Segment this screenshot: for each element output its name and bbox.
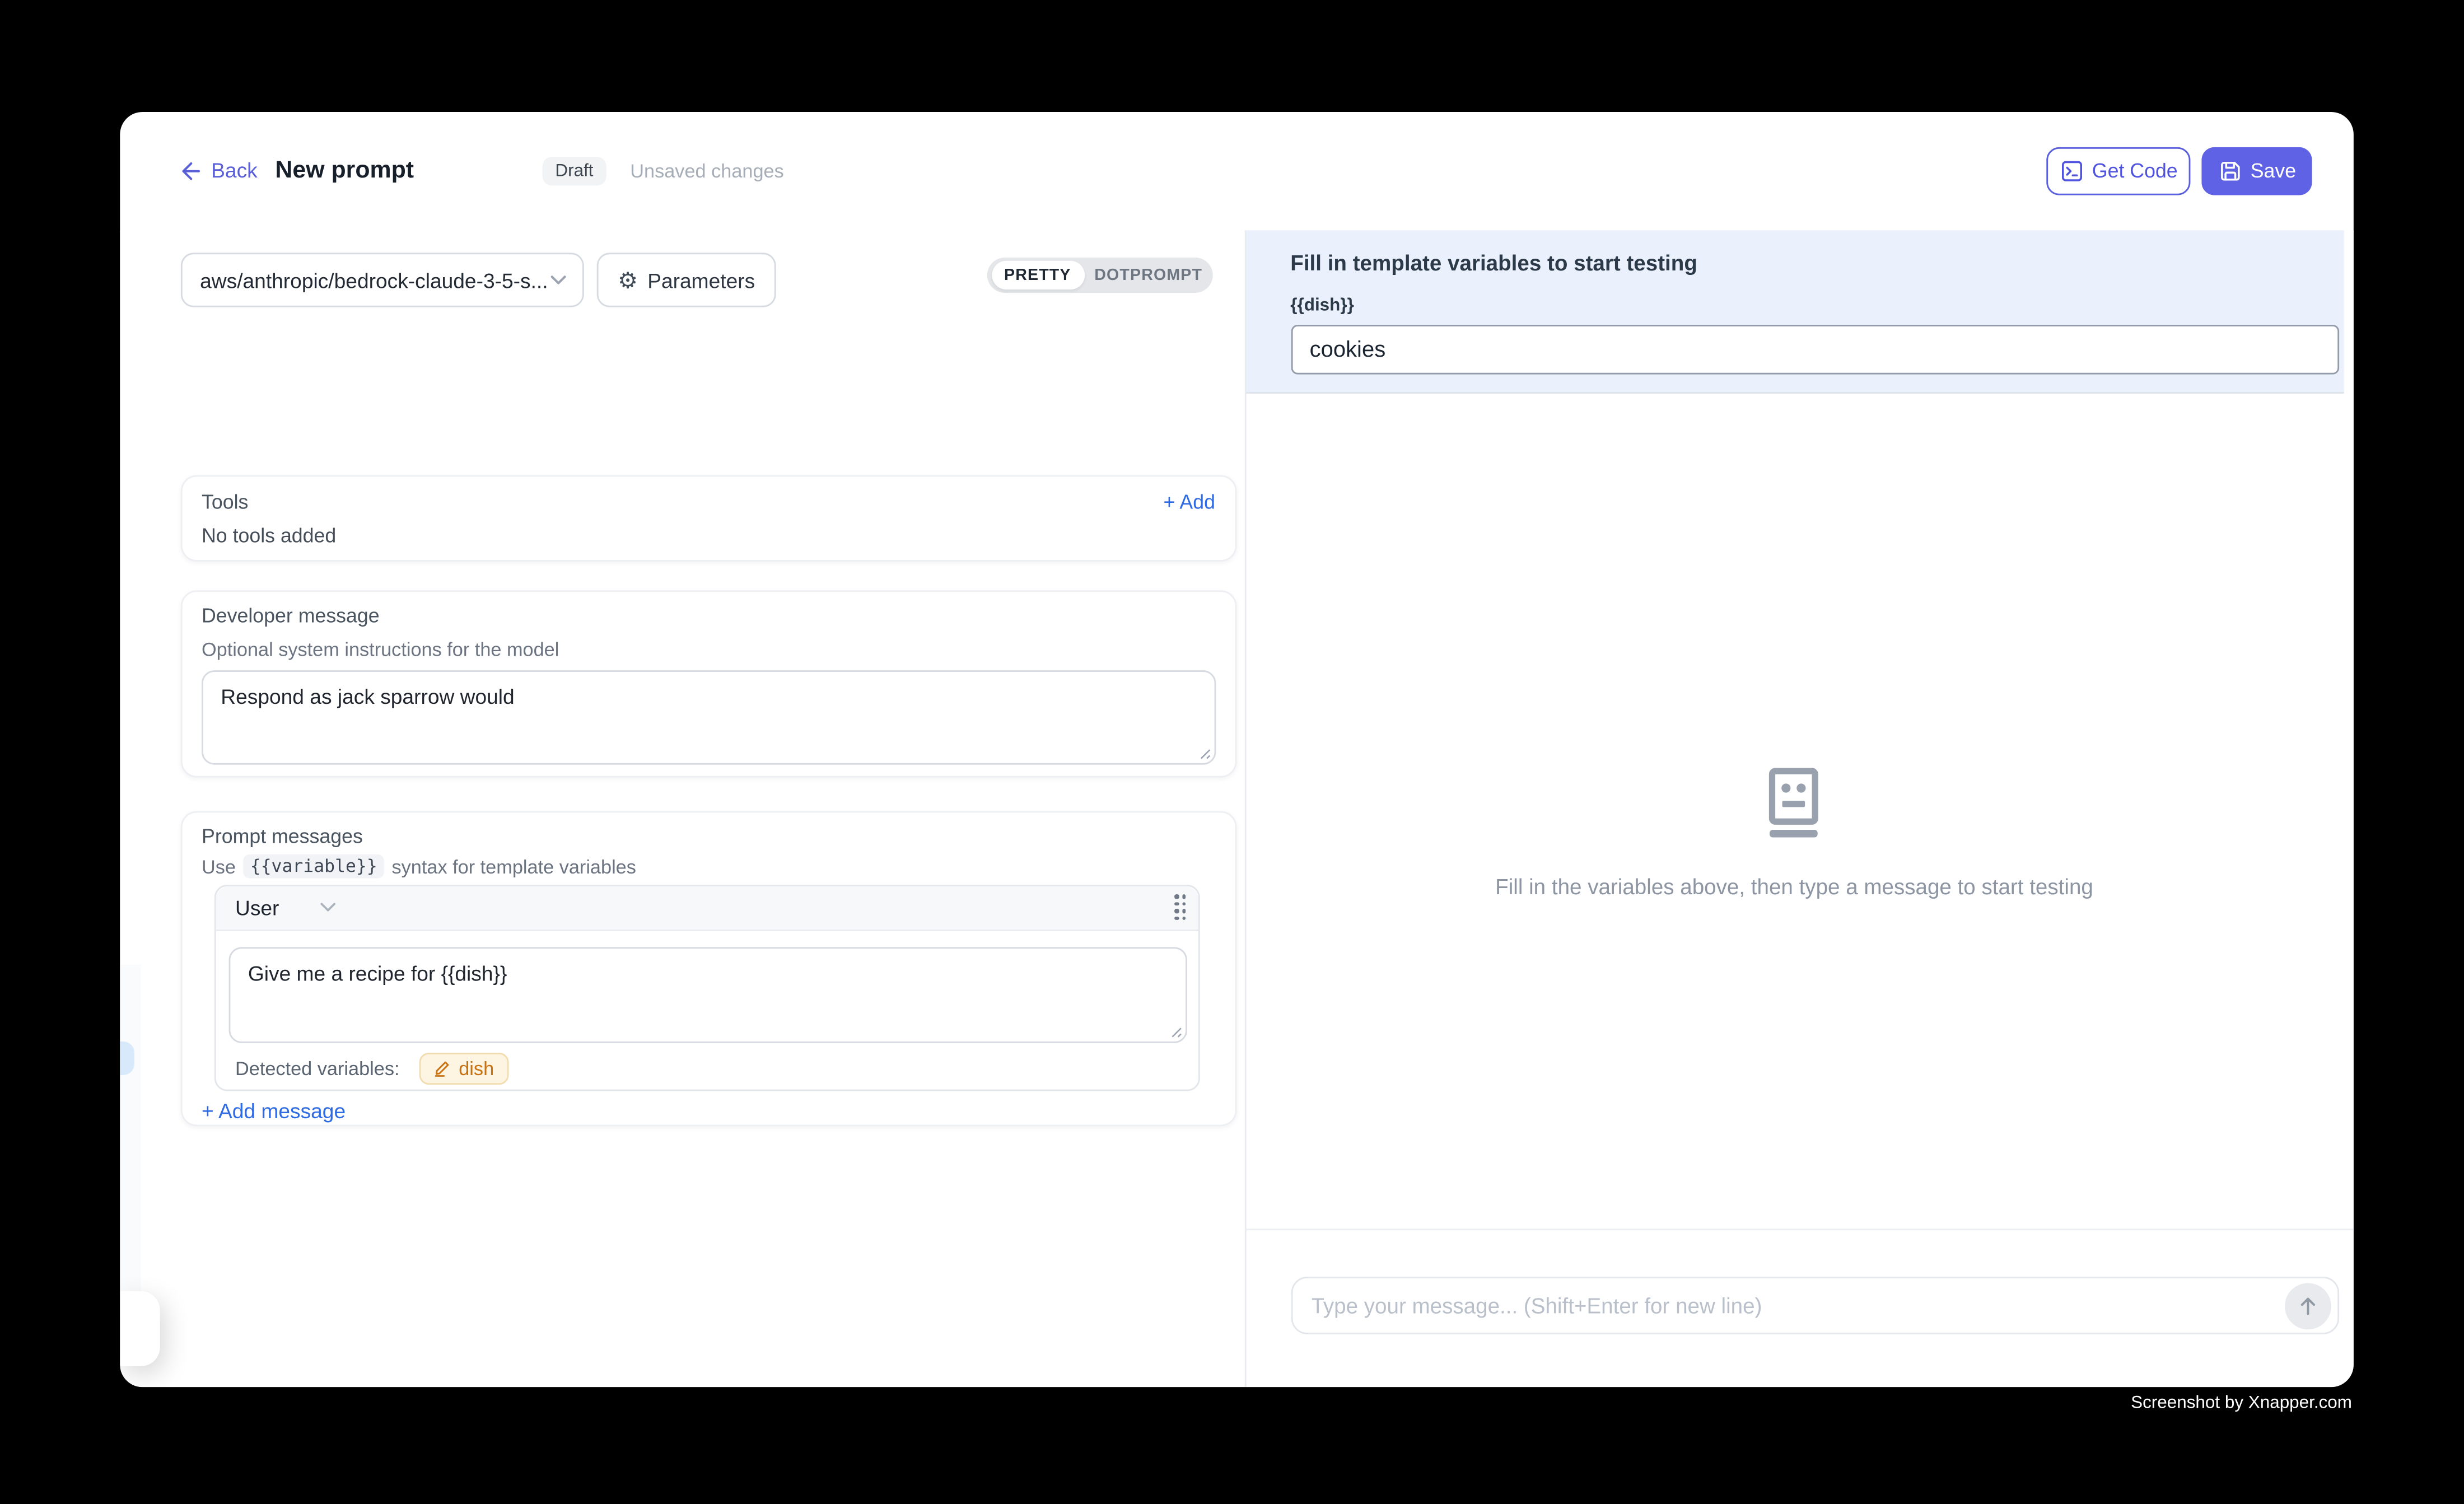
edit-pencil-icon bbox=[433, 1059, 451, 1076]
toggle-pretty[interactable]: PRETTY bbox=[991, 261, 1084, 289]
variable-syntax-code: {{variable}} bbox=[244, 854, 384, 879]
syntax-hint: Use {{variable}} syntax for template var… bbox=[202, 854, 636, 879]
message-role-header: User bbox=[216, 885, 1198, 930]
gear-icon: ⚙ bbox=[618, 269, 638, 291]
model-selector-value: aws/anthropic/bedrock-claude-3-5-s... bbox=[200, 268, 550, 292]
role-value: User bbox=[235, 895, 279, 919]
developer-message-field: Respond as jack sparrow would bbox=[202, 670, 1216, 765]
chat-empty-state: Fill in the variables above, then type a… bbox=[1247, 767, 2342, 898]
header-actions: Get Code Save bbox=[2047, 112, 2312, 230]
developer-message-card: Developer message Optional system instru… bbox=[181, 590, 1236, 777]
draft-badge: Draft bbox=[543, 156, 606, 185]
developer-message-subtitle: Optional system instructions for the mod… bbox=[202, 638, 559, 660]
composer-area bbox=[1247, 1229, 2354, 1387]
tools-empty-text: No tools added bbox=[202, 524, 336, 547]
save-label: Save bbox=[2251, 160, 2296, 182]
developer-message-title: Developer message bbox=[202, 605, 380, 627]
plus-icon: + bbox=[1164, 491, 1175, 513]
toggle-dotprompt[interactable]: DOTPROMPT bbox=[1084, 267, 1213, 284]
sidebar-active-item-sliver bbox=[120, 1041, 134, 1075]
message-composer bbox=[1290, 1277, 2338, 1334]
prompt-messages-card: Prompt messages Use {{variable}} syntax … bbox=[181, 810, 1236, 1125]
variable-value-input[interactable] bbox=[1290, 324, 2338, 374]
parameters-label: Parameters bbox=[647, 268, 755, 292]
robot-face-icon bbox=[1764, 767, 1825, 839]
add-tool-button[interactable]: + Add bbox=[1164, 491, 1215, 513]
variable-key-label: {{dish}} bbox=[1290, 295, 1354, 314]
prompt-editor-pane: aws/anthropic/bedrock-claude-3-5-s... ⚙ … bbox=[120, 230, 1245, 1387]
role-selector[interactable]: User bbox=[235, 895, 337, 919]
prompt-tester-pane: Fill in template variables to start test… bbox=[1245, 230, 2353, 1387]
tools-title: Tools bbox=[202, 491, 248, 513]
detected-variables-label: Detected variables: bbox=[235, 1057, 400, 1079]
message-block: User Give me a recipe for {{dish}} bbox=[214, 884, 1200, 1091]
unsaved-changes-text: Unsaved changes bbox=[630, 160, 784, 182]
app-window: Back New prompt Draft Unsaved changes Ge… bbox=[120, 112, 2353, 1387]
arrow-up-icon bbox=[2297, 1295, 2317, 1316]
chevron-down-icon bbox=[550, 275, 567, 284]
drag-handle-icon[interactable] bbox=[1174, 894, 1186, 920]
screenshot-stage: Back New prompt Draft Unsaved changes Ge… bbox=[0, 0, 2464, 1504]
user-message-field: Give me a recipe for {{dish}} bbox=[229, 946, 1187, 1042]
add-message-button[interactable]: + Add message bbox=[202, 1098, 346, 1122]
user-message-input[interactable]: Give me a recipe for {{dish}} bbox=[230, 948, 1186, 1041]
model-selector[interactable]: aws/anthropic/bedrock-claude-3-5-s... bbox=[181, 253, 584, 307]
empty-state-text: Fill in the variables above, then type a… bbox=[1495, 874, 2093, 898]
get-code-button[interactable]: Get Code bbox=[2047, 147, 2191, 195]
get-code-label: Get Code bbox=[2092, 160, 2178, 182]
top-bar: Back New prompt Draft Unsaved changes Ge… bbox=[120, 112, 2353, 231]
parameters-button[interactable]: ⚙ Parameters bbox=[597, 253, 776, 307]
terminal-icon bbox=[2060, 160, 2083, 182]
sidebar-sliver bbox=[120, 965, 140, 1291]
plus-icon: + bbox=[202, 1098, 214, 1122]
status-group: Draft Unsaved changes bbox=[543, 112, 784, 230]
chat-message-input[interactable] bbox=[1292, 1293, 2284, 1318]
watermark-text: Screenshot by Xnapper.com bbox=[2131, 1394, 2352, 1413]
back-button[interactable]: Back bbox=[179, 112, 258, 230]
corner-popover-sliver bbox=[120, 1291, 160, 1366]
resize-grip-icon[interactable] bbox=[1168, 1023, 1183, 1038]
variables-panel-title: Fill in template variables to start test… bbox=[1290, 251, 1697, 275]
detected-variables-row: Detected variables: dish bbox=[235, 1052, 508, 1084]
chevron-down-icon bbox=[321, 902, 337, 912]
variable-chip-dish[interactable]: dish bbox=[419, 1052, 508, 1084]
template-variables-panel: Fill in template variables to start test… bbox=[1247, 230, 2344, 393]
resize-grip-icon[interactable] bbox=[1197, 745, 1211, 760]
save-button[interactable]: Save bbox=[2202, 147, 2312, 195]
send-button[interactable] bbox=[2284, 1282, 2331, 1329]
back-label: Back bbox=[211, 159, 258, 183]
developer-message-input[interactable]: Respond as jack sparrow would bbox=[203, 672, 1215, 763]
view-mode-toggle: PRETTY DOTPROMPT bbox=[987, 258, 1213, 293]
tools-card: Tools + Add No tools added bbox=[181, 474, 1236, 561]
floppy-disk-icon bbox=[2219, 160, 2241, 182]
back-arrow-icon bbox=[179, 160, 202, 182]
prompt-messages-title: Prompt messages bbox=[202, 825, 363, 848]
page-title: New prompt bbox=[275, 112, 414, 230]
